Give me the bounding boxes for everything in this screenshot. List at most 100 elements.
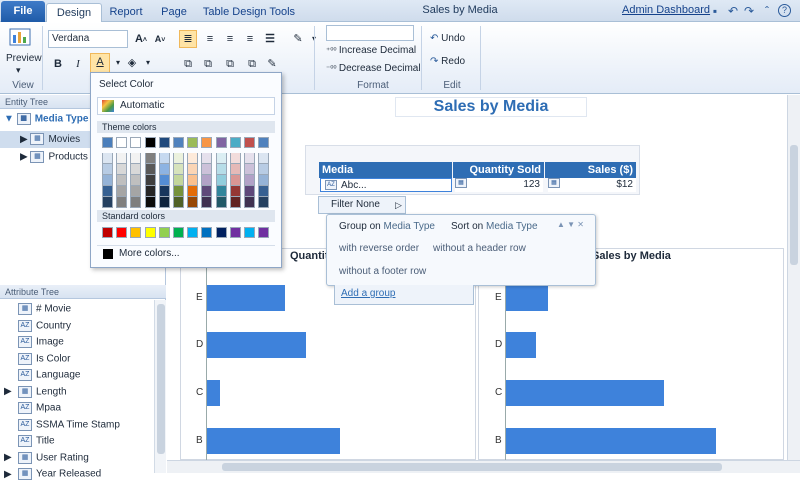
tab-report[interactable]: Report	[104, 3, 148, 22]
automatic-color-option[interactable]: Automatic	[97, 97, 275, 115]
color-swatch[interactable]	[102, 153, 113, 164]
filter-arrow-icon[interactable]: ▷	[395, 197, 402, 213]
standard-color-swatch[interactable]	[229, 227, 241, 238]
pen-icon[interactable]: ✎	[264, 56, 280, 72]
sort-on-value[interactable]: Media Type	[486, 221, 538, 232]
fill-color-icon[interactable]: ◈	[124, 55, 140, 71]
color-swatch[interactable]	[102, 186, 113, 197]
color-swatch[interactable]	[116, 137, 128, 148]
sort-on-row[interactable]: Sort on Media Type	[451, 221, 538, 232]
color-swatch[interactable]	[215, 164, 227, 175]
group-move-icons[interactable]: ▲ ▼ ✕	[557, 220, 584, 229]
color-swatch[interactable]	[229, 186, 241, 197]
expand-icon[interactable]: ▶	[20, 152, 30, 163]
color-swatch[interactable]	[130, 153, 142, 164]
preview-icon[interactable]	[8, 25, 34, 49]
bold-button[interactable]: B	[50, 56, 66, 72]
color-swatch[interactable]	[116, 164, 128, 175]
color-swatch[interactable]	[144, 197, 156, 208]
color-swatch[interactable]	[244, 164, 255, 175]
help-icon[interactable]: ?	[778, 4, 791, 17]
table-header-sales[interactable]: Sales ($)	[545, 162, 636, 178]
expand-icon[interactable]: ▶	[20, 134, 30, 145]
chart-bar[interactable]	[207, 285, 285, 311]
color-swatch[interactable]	[187, 153, 199, 164]
expand-icon[interactable]: ▶	[4, 386, 18, 397]
standard-color-swatch[interactable]	[102, 227, 113, 238]
color-swatch[interactable]	[258, 153, 270, 164]
align-left-icon[interactable]: ≡	[202, 31, 218, 47]
color-swatch[interactable]	[244, 186, 255, 197]
color-swatch[interactable]	[201, 186, 213, 197]
standard-color-swatch[interactable]	[201, 227, 213, 238]
color-swatch[interactable]	[130, 186, 142, 197]
standard-color-swatch[interactable]	[130, 227, 142, 238]
chart-bar[interactable]	[506, 380, 664, 406]
scroll-thumb[interactable]	[222, 463, 722, 471]
number-format-select[interactable]	[326, 25, 414, 41]
color-swatch[interactable]	[116, 175, 128, 186]
color-swatch[interactable]	[201, 164, 213, 175]
color-swatch[interactable]	[158, 186, 170, 197]
table-cell-media[interactable]: AZ Abc...	[320, 178, 452, 192]
preview-dropdown-icon[interactable]: ▾	[16, 65, 21, 76]
align-center-icon[interactable]: ≡	[222, 31, 238, 47]
shrink-font-icon[interactable]: A˅	[152, 31, 168, 47]
font-color-button[interactable]: A	[90, 53, 110, 73]
color-swatch[interactable]	[215, 186, 227, 197]
scroll-thumb[interactable]	[790, 145, 798, 265]
color-swatch[interactable]	[201, 197, 213, 208]
attribute-item[interactable]: AZ Image	[4, 336, 64, 348]
attribute-item[interactable]: AZ Title	[4, 435, 55, 447]
color-swatch[interactable]	[201, 175, 213, 186]
color-swatch[interactable]	[158, 175, 170, 186]
redo-button[interactable]: ↷ Redo	[430, 56, 465, 67]
tab-table-design-tools[interactable]: Table Design Tools	[200, 3, 298, 22]
color-swatch[interactable]	[229, 175, 241, 186]
color-swatch[interactable]	[244, 137, 255, 148]
standard-color-swatch[interactable]	[158, 227, 170, 238]
standard-color-swatch[interactable]	[215, 227, 227, 238]
layout-icon-4[interactable]: ⧉	[244, 56, 260, 72]
opt-no-header[interactable]: without a header row	[433, 243, 526, 254]
standard-color-swatch[interactable]	[258, 227, 270, 238]
color-swatch[interactable]	[187, 197, 199, 208]
font-select[interactable]: Verdana	[48, 30, 128, 48]
minimize-icon[interactable]: ˆ	[760, 4, 774, 18]
add-group-link[interactable]: Add a group	[341, 288, 396, 299]
attribute-item[interactable]: ▶ ▦ Year Released	[4, 468, 101, 480]
table-header-quantity[interactable]: Quantity Sold	[453, 162, 544, 178]
color-swatch[interactable]	[102, 164, 113, 175]
color-swatch[interactable]	[244, 153, 255, 164]
layout-icon-1[interactable]: ⧉	[180, 56, 196, 72]
color-swatch[interactable]	[201, 137, 213, 148]
undo-icon[interactable]: ↶	[726, 4, 740, 18]
align-right-icon[interactable]: ≡	[242, 31, 258, 47]
color-swatch[interactable]	[173, 164, 184, 175]
color-swatch[interactable]	[229, 153, 241, 164]
color-swatch[interactable]	[173, 186, 184, 197]
color-swatch[interactable]	[144, 153, 156, 164]
admin-dashboard-link[interactable]: Admin Dashboard	[622, 4, 710, 16]
italic-button[interactable]: I	[70, 56, 86, 72]
color-swatch[interactable]	[130, 197, 142, 208]
standard-color-swatch[interactable]	[116, 227, 128, 238]
color-swatch[interactable]	[158, 153, 170, 164]
group-on-row[interactable]: Group on Media Type	[339, 221, 435, 232]
color-swatch[interactable]	[102, 175, 113, 186]
opt-reverse-order[interactable]: with reverse order	[339, 243, 419, 254]
color-swatch[interactable]	[158, 164, 170, 175]
tree-item-products[interactable]: ▶ ▦ Products	[20, 151, 88, 163]
border-color-icon[interactable]: ✎	[290, 31, 306, 47]
undo-button[interactable]: ↶ Undo	[430, 33, 465, 44]
scroll-thumb[interactable]	[157, 304, 165, 454]
table-cell-quantity[interactable]: ▦ 123	[455, 178, 543, 192]
color-swatch[interactable]	[229, 137, 241, 148]
color-swatch[interactable]	[173, 153, 184, 164]
tab-file[interactable]: File	[1, 1, 45, 22]
color-swatch[interactable]	[144, 164, 156, 175]
table-cell-sales[interactable]: ▦ $12	[548, 178, 636, 192]
color-swatch[interactable]	[144, 186, 156, 197]
save-icon[interactable]: ▪	[708, 4, 722, 18]
color-swatch[interactable]	[116, 153, 128, 164]
